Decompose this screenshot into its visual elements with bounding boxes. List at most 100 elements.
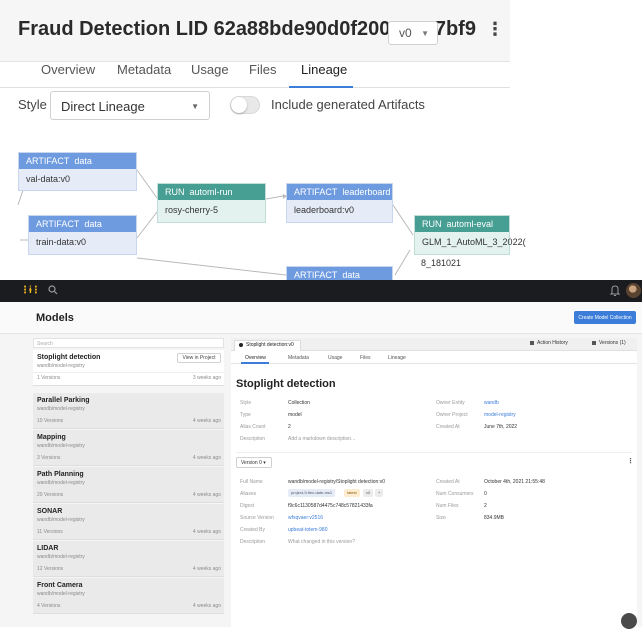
open-artifact-tab[interactable]: Stoplight detection:v0 [234, 340, 301, 351]
edge-leaderboard-to-eval [392, 204, 414, 236]
tab-overview[interactable]: Overview [245, 355, 266, 361]
owner-entity-link[interactable]: wandb [484, 400, 499, 406]
model-path: wandb/model-registry [37, 591, 85, 597]
model-name: Stoplight detection [37, 354, 101, 361]
node-header: ARTIFACT leaderboard [287, 184, 392, 200]
version-description-field[interactable]: What changed in this version? [288, 539, 355, 545]
field-value: June 7th, 2022 [484, 424, 518, 430]
node-val-data[interactable]: ARTIFACT data val-data:v0 [18, 152, 137, 191]
action-history-button[interactable]: Action History [530, 340, 568, 346]
node-data-lower[interactable]: ARTIFACT data [286, 266, 393, 280]
model-path: wandb/model-registry [37, 480, 85, 486]
field-value: October 4th, 2021 21:55:48 [484, 479, 545, 485]
field-label: Owner Entity [436, 400, 465, 406]
model-updated-time: 3 weeks ago [192, 375, 221, 381]
description-field[interactable]: Add a markdown description... [288, 436, 355, 442]
add-alias-button[interactable]: + [375, 489, 384, 497]
field-label: Created At [436, 479, 460, 485]
create-collection-button[interactable]: Create Model Collection [574, 311, 636, 324]
node-header: RUN automl-run [158, 184, 265, 200]
alias-chip[interactable]: latest [344, 489, 360, 497]
node-leaderboard[interactable]: ARTIFACT leaderboard leaderboard:v0 [286, 183, 393, 223]
active-tab-indicator [241, 362, 269, 364]
view-in-project-button[interactable]: View in Project [177, 353, 221, 363]
field-value: f9c6c1130587d4475c748c57821433fa [288, 503, 373, 509]
model-path: wandb/model-registry [37, 443, 85, 449]
field-label: Created At [436, 424, 460, 430]
alias-chip[interactable]: project-9-flex-date-ms1 [288, 489, 336, 497]
node-header: ARTIFACT data [19, 153, 136, 169]
node-name: data [342, 270, 360, 280]
version-dropdown[interactable]: Version 0 ▾ [236, 457, 272, 468]
model-registry-app: ⋮ɨ⋮ Models Create Model Collection Searc… [0, 280, 642, 627]
field-value: 2 [484, 503, 487, 509]
created-by-link[interactable]: upbeat-totem-980 [288, 527, 327, 533]
field-label: Source Version [240, 515, 274, 521]
node-automl-run[interactable]: RUN automl-run rosy-cherry-5 [157, 183, 266, 223]
divider [33, 372, 224, 373]
field-label: Num Consumers [436, 491, 474, 497]
node-value: train-data:v0 [36, 237, 87, 247]
bell-icon[interactable] [609, 284, 621, 297]
field-label: Description [240, 539, 266, 545]
model-list-item[interactable]: LIDAR wandb/model-registry 12 Versions 4… [33, 541, 224, 577]
model-path: wandb/model-registry [37, 554, 85, 560]
tab-files[interactable]: Files [360, 355, 371, 361]
model-name: LIDAR [37, 545, 59, 552]
model-path: wandb/model-registry [37, 517, 85, 523]
model-list-item[interactable]: SONAR wandb/model-registry 11 Versions 4… [33, 504, 224, 540]
tab-metadata[interactable]: Metadata [288, 355, 309, 361]
versions-button[interactable]: Versions (1) [592, 340, 626, 346]
field-value: model [288, 412, 302, 418]
alias-chip[interactable]: v0 [363, 489, 374, 497]
model-list-item[interactable]: Front Camera wandb/model-registry 4 Vers… [33, 578, 224, 614]
detail-tab-bar: Stoplight detection:v0 Action History Ve… [231, 338, 637, 351]
model-path: wandb/model-registry [37, 363, 85, 369]
node-train-data[interactable]: ARTIFACT data train-data:v0 [28, 215, 137, 255]
field-label: Created By [240, 527, 266, 533]
edge-train-to-lower [136, 257, 287, 276]
model-list-item[interactable]: Path Planning wandb/model-registry 20 Ve… [33, 467, 224, 503]
field-value: 2 [288, 424, 291, 430]
node-value: rosy-cherry-5 [165, 205, 219, 215]
node-name: leaderboard [342, 187, 391, 197]
model-version-count: 4 Versions [37, 603, 61, 609]
node-kind: ARTIFACT [26, 156, 70, 166]
node-header: RUN automl-eval [415, 216, 509, 232]
node-kind: ARTIFACT [36, 219, 80, 229]
node-header: ARTIFACT data [29, 216, 136, 232]
model-list-item[interactable]: Mapping wandb/model-registry 3 Versions … [33, 430, 224, 466]
lineage-page: Fraud Detection LID 62a88bde90d0f2003c6a… [0, 0, 642, 280]
tab-usage[interactable]: Usage [328, 355, 342, 361]
field-value: Collection [288, 400, 310, 406]
model-list-item[interactable]: Stoplight detection wandb/model-registry… [33, 350, 224, 386]
node-value: val-data:v0 [26, 174, 71, 184]
tab-lineage[interactable]: Lineage [388, 355, 406, 361]
info-icon [239, 342, 243, 347]
model-list-item[interactable]: Parallel Parking wandb/model-registry 10… [33, 393, 224, 429]
edge-val-to-run [136, 169, 158, 199]
node-kind: RUN [422, 219, 442, 229]
more-options-icon[interactable]: ⋮ [627, 457, 634, 465]
node-automl-eval[interactable]: RUN automl-eval GLM_1_AutoML_3_2022( [414, 215, 526, 255]
field-value: 834.9MB [484, 515, 505, 521]
edge-train-to-run [136, 211, 158, 239]
model-version-count: 10 Versions [37, 418, 64, 424]
source-version-link[interactable]: wfxqvaer:v2516 [288, 515, 323, 521]
node-kind: ARTIFACT [294, 270, 338, 280]
search-input[interactable]: Search [33, 338, 224, 348]
field-label: Style [240, 400, 252, 406]
field-label: Digest [240, 503, 255, 509]
avatar[interactable] [626, 283, 641, 298]
chevron-down-icon: ▾ [263, 460, 266, 466]
model-updated-time: 4 weeks ago [192, 418, 221, 424]
collection-title: Stoplight detection [236, 378, 336, 390]
top-nav-bar: ⋮ɨ⋮ [0, 280, 642, 302]
node-value-overflow: 8_181021 [421, 258, 462, 268]
search-icon[interactable] [48, 285, 58, 295]
wandb-logo[interactable]: ⋮ɨ⋮ [20, 285, 41, 296]
field-label: Type [240, 412, 251, 418]
field-label: Full Name [240, 479, 263, 485]
field-label: Description [240, 436, 266, 442]
owner-project-link[interactable]: model-registry [484, 412, 516, 418]
